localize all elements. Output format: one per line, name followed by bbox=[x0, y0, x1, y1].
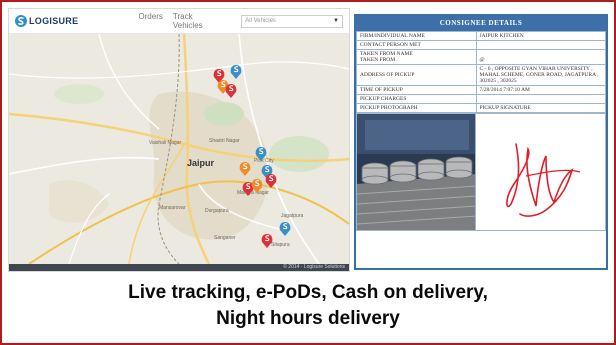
tracking-app-window: LOGISURE Orders Track Vehicles All Vehic… bbox=[8, 8, 350, 272]
vehicle-marker-icon[interactable] bbox=[225, 83, 237, 99]
pickup-photograph[interactable] bbox=[356, 113, 476, 231]
row-key: FIRM/INDIVIDUAL NAME bbox=[356, 31, 477, 41]
tracking-map[interactable]: Jaipur Shastri Nagar Pink City Malviya N… bbox=[9, 33, 349, 265]
row-value: 7/28/2014 7:07:10 AM bbox=[475, 85, 607, 95]
vehicle-marker-icon[interactable] bbox=[239, 161, 251, 177]
brand-logo[interactable]: LOGISURE bbox=[15, 15, 78, 27]
pickup-signature[interactable] bbox=[476, 113, 606, 231]
brand-name: LOGISURE bbox=[29, 16, 79, 26]
consignee-details-card: CONSIGNEE DETAILS FIRM/INDIVIDUAL NAME JA… bbox=[354, 14, 608, 270]
table-row: PICKUP PHOTOGRAPH PICKUP SIGNATURE bbox=[356, 103, 607, 113]
vehicle-marker-icon[interactable] bbox=[261, 233, 273, 249]
consignee-table: FIRM/INDIVIDUAL NAME JAIPUR KITCHEN CONTA… bbox=[356, 31, 607, 113]
promo-frame: LOGISURE Orders Track Vehicles All Vehic… bbox=[0, 0, 616, 345]
row-key: TIME OF PICKUP bbox=[356, 85, 477, 95]
caption-line-1: Live tracking, e-PoDs, Cash on delivery, bbox=[128, 282, 488, 303]
vehicle-marker-icon[interactable] bbox=[230, 64, 242, 80]
table-row: CONTACT PERSON MET bbox=[356, 40, 607, 50]
logo-s-icon bbox=[15, 15, 27, 27]
row-key-line: TAKEN FROM bbox=[360, 57, 396, 63]
vehicle-markers bbox=[213, 64, 291, 249]
row-key: PICKUP CHARGES bbox=[356, 94, 477, 104]
row-value: C - 6 , OPPOSITE GYAN VIHAR UNIVERSITY ,… bbox=[475, 64, 607, 86]
row-key: CONTACT PERSON MET bbox=[356, 40, 477, 50]
row-key: TAKEN FROM NAME TAKEN FROM bbox=[356, 49, 477, 65]
vehicle-marker-icon[interactable] bbox=[265, 173, 277, 189]
chevron-down-icon: ▼ bbox=[333, 18, 339, 24]
vehicle-marker-icon[interactable] bbox=[255, 146, 267, 162]
table-row: FIRM/INDIVIDUAL NAME JAIPUR KITCHEN bbox=[356, 31, 607, 41]
nav-orders[interactable]: Orders bbox=[138, 12, 162, 30]
table-row: TAKEN FROM NAME TAKEN FROM @ bbox=[356, 49, 607, 65]
top-nav: Orders Track Vehicles bbox=[138, 12, 219, 30]
app-footer: © 2014 · Logisure Solutions bbox=[9, 264, 349, 271]
row-value bbox=[475, 94, 607, 104]
row-value bbox=[475, 40, 607, 50]
table-row: PICKUP CHARGES bbox=[356, 94, 607, 104]
promo-caption: Live tracking, e-PoDs, Cash on delivery,… bbox=[2, 280, 614, 332]
app-header: LOGISURE Orders Track Vehicles All Vehic… bbox=[9, 9, 349, 34]
media-row bbox=[356, 113, 606, 231]
signature-scribble bbox=[506, 143, 581, 217]
row-value: JAIPUR KITCHEN bbox=[475, 31, 607, 41]
card-title: CONSIGNEE DETAILS bbox=[356, 16, 606, 31]
row-value-line: @ bbox=[479, 57, 485, 63]
table-row: ADDRESS OF PICKUP C - 6 , OPPOSITE GYAN V… bbox=[356, 64, 607, 86]
vehicle-marker-icon[interactable] bbox=[251, 178, 263, 194]
row-value: PICKUP SIGNATURE bbox=[475, 103, 607, 113]
row-value: @ bbox=[475, 49, 607, 65]
row-key: ADDRESS OF PICKUP bbox=[356, 64, 477, 86]
vehicle-marker-icon[interactable] bbox=[279, 221, 291, 237]
table-row: TIME OF PICKUP 7/28/2014 7:07:10 AM bbox=[356, 85, 607, 95]
vehicle-select-value: All Vehicles bbox=[245, 18, 276, 24]
caption-line-2: Night hours delivery bbox=[216, 308, 400, 329]
row-key: PICKUP PHOTOGRAPH bbox=[356, 103, 477, 113]
vehicle-select[interactable]: All Vehicles ▼ bbox=[241, 14, 343, 28]
nav-track-vehicles[interactable]: Track Vehicles bbox=[173, 12, 219, 30]
pickup-photo-image bbox=[357, 114, 475, 230]
